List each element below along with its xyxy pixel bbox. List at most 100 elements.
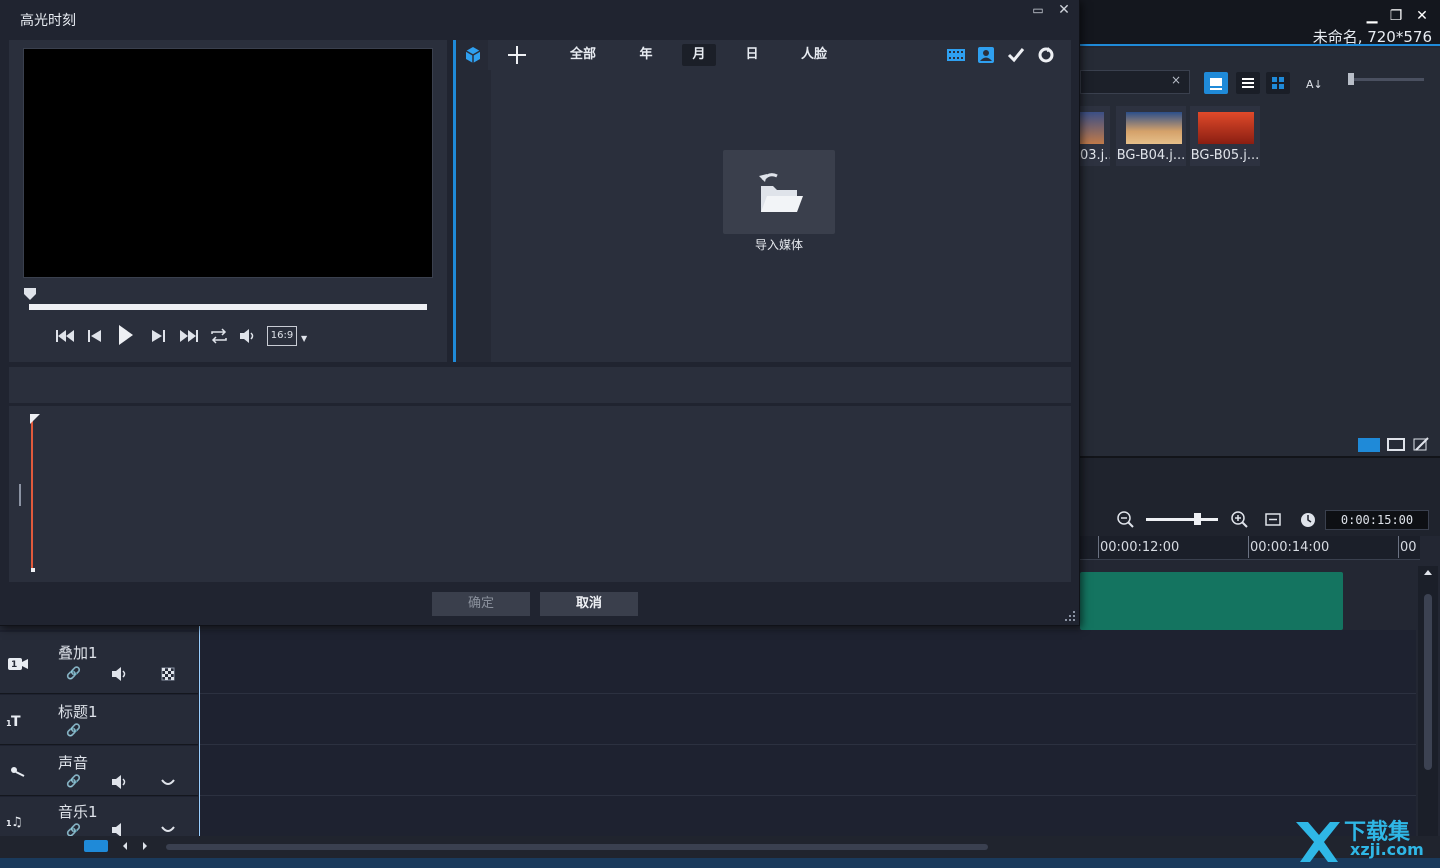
horizontal-scroll-thumb[interactable] bbox=[166, 844, 988, 850]
sort-icon[interactable]: A↓ bbox=[1302, 72, 1326, 94]
track-lane-title[interactable] bbox=[200, 695, 1416, 745]
track-header-title[interactable]: 1T 标题1 🔗 bbox=[0, 695, 198, 745]
preview-panel: 16:9 ▼ bbox=[9, 40, 447, 362]
thumbnail-image bbox=[1198, 112, 1254, 144]
vertical-scroll-thumb[interactable] bbox=[1424, 594, 1432, 770]
link-icon[interactable]: 🔗 bbox=[66, 723, 81, 737]
timeline-left-handle[interactable] bbox=[19, 484, 21, 506]
tab-all[interactable]: 全部 bbox=[562, 44, 604, 66]
face-icon[interactable] bbox=[976, 46, 996, 64]
zoom-out-icon[interactable] bbox=[1116, 510, 1136, 530]
speaker-icon[interactable] bbox=[110, 666, 130, 682]
ok-button[interactable]: 确定 bbox=[432, 592, 530, 616]
timeline-position-marker[interactable] bbox=[31, 414, 33, 572]
track-header-overlay[interactable]: 1 叠加1 🔗 bbox=[0, 632, 198, 694]
thumbnail-size-slider[interactable] bbox=[1348, 73, 1424, 85]
scroll-right-icon[interactable] bbox=[140, 840, 150, 852]
minimize-button[interactable]: ▁ bbox=[1362, 6, 1382, 26]
highlight-moment-dialog: 高光时刻 ▭ ✕ 16:9 ▼ 全部 年 月 日 人脸 导入媒体 确定 取消 bbox=[0, 0, 1080, 626]
thumbnail-view-button[interactable] bbox=[1204, 72, 1228, 94]
play-icon[interactable] bbox=[113, 323, 137, 347]
resize-grip-icon[interactable] bbox=[1064, 610, 1076, 622]
audio-wave-icon[interactable] bbox=[160, 823, 176, 837]
maximize-icon[interactable]: ▭ bbox=[1030, 2, 1046, 18]
marker-flag-icon[interactable] bbox=[30, 414, 40, 424]
list-view-button[interactable] bbox=[1236, 72, 1260, 94]
transparency-icon[interactable] bbox=[160, 666, 176, 682]
import-media-label: 导入媒体 bbox=[754, 238, 803, 252]
timeline-ruler[interactable]: 00:00:12:00 00:00:14:00 00 bbox=[1080, 536, 1420, 560]
timecode-display[interactable]: 0:00:15:00 bbox=[1325, 510, 1429, 530]
highlight-timeline[interactable] bbox=[9, 406, 1071, 582]
clock-icon[interactable] bbox=[1298, 510, 1318, 530]
scrubber-bar[interactable] bbox=[29, 304, 427, 310]
skip-to-end-icon[interactable] bbox=[177, 326, 201, 346]
speaker-icon[interactable] bbox=[110, 774, 130, 790]
track-lane-voice[interactable] bbox=[200, 746, 1416, 796]
speaker-icon[interactable] bbox=[110, 823, 130, 837]
library-bottom-toolbar bbox=[1358, 436, 1438, 454]
import-media-button[interactable] bbox=[723, 150, 835, 234]
refresh-icon[interactable] bbox=[1036, 46, 1056, 64]
fit-to-window-icon[interactable] bbox=[1264, 510, 1284, 530]
video-clip[interactable] bbox=[1080, 572, 1343, 630]
media-panel: 全部 年 月 日 人脸 导入媒体 bbox=[453, 40, 1071, 362]
tab-face[interactable]: 人脸 bbox=[792, 44, 836, 66]
svg-text:♫: ♫ bbox=[11, 815, 23, 830]
zoom-in-icon[interactable] bbox=[1230, 510, 1250, 530]
aspect-ratio-button[interactable]: 16:9 bbox=[267, 326, 297, 346]
track-header-voice[interactable]: 声音 🔗 bbox=[0, 746, 198, 796]
link-icon[interactable]: 🔗 bbox=[66, 774, 81, 788]
restore-button[interactable]: ❐ bbox=[1386, 6, 1406, 26]
preview-screen[interactable] bbox=[23, 48, 433, 278]
ruler-label: 00:00:14:00 bbox=[1250, 540, 1330, 555]
tab-year[interactable]: 年 bbox=[632, 44, 660, 66]
media-thumbnail[interactable]: BG-B04.j... bbox=[1116, 106, 1186, 166]
library-search-input[interactable]: × bbox=[1080, 70, 1190, 94]
media-thumbnail[interactable]: BG-B05.j... bbox=[1190, 106, 1260, 166]
chevron-down-icon[interactable]: ▼ bbox=[301, 334, 307, 343]
tab-day[interactable]: 日 bbox=[738, 44, 766, 66]
previous-frame-icon[interactable] bbox=[83, 326, 107, 346]
cancel-button[interactable]: 取消 bbox=[540, 592, 638, 616]
media-sidebar bbox=[453, 40, 491, 362]
track-lane-music[interactable] bbox=[200, 797, 1416, 837]
os-taskbar bbox=[0, 858, 1440, 868]
tab-month[interactable]: 月 bbox=[682, 44, 716, 66]
marker-end-dot bbox=[31, 568, 35, 572]
timeline-playhead[interactable] bbox=[199, 624, 200, 836]
clear-search-icon[interactable]: × bbox=[1171, 73, 1181, 87]
watermark-logo: 下载集 xzji.com bbox=[1292, 814, 1440, 866]
library-box-icon[interactable] bbox=[464, 46, 482, 64]
media-thumbnail[interactable]: 03.j... bbox=[1080, 106, 1110, 166]
thumbnail-label: BG-B05.j... bbox=[1190, 148, 1260, 163]
ruler-label: 00:00:12:00 bbox=[1100, 540, 1180, 555]
track-header-music[interactable]: 1 ♫ 音乐1 🔗 bbox=[0, 797, 198, 837]
checkmark-icon[interactable] bbox=[1006, 46, 1026, 64]
close-icon[interactable]: ✕ bbox=[1056, 2, 1072, 18]
volume-icon[interactable] bbox=[237, 326, 261, 346]
close-app-button[interactable]: ✕ bbox=[1412, 6, 1432, 26]
scrubber-handle[interactable] bbox=[24, 288, 36, 300]
thumbnail-image bbox=[1126, 112, 1182, 144]
svg-text:T: T bbox=[11, 714, 21, 730]
add-icon[interactable] bbox=[506, 44, 528, 66]
track-lane-overlay[interactable] bbox=[200, 632, 1416, 694]
music-note-icon: 1 ♫ bbox=[6, 811, 30, 831]
audio-wave-icon[interactable] bbox=[160, 774, 176, 790]
filmstrip-icon[interactable] bbox=[946, 46, 966, 64]
scroll-left-icon[interactable] bbox=[120, 840, 130, 852]
link-icon[interactable]: 🔗 bbox=[66, 823, 81, 837]
next-frame-icon[interactable] bbox=[147, 326, 171, 346]
timeline-tracks: 1 叠加1 🔗 1T 标题1 🔗 声音 🔗 1 ♫ 音乐1 🔗 bbox=[0, 630, 1416, 837]
timeline-zoom-knob[interactable] bbox=[1194, 513, 1201, 525]
track-manager-icon[interactable] bbox=[84, 840, 108, 852]
link-icon[interactable]: 🔗 bbox=[66, 666, 81, 680]
media-sidebar-list bbox=[456, 70, 491, 362]
grid-view-button[interactable] bbox=[1266, 72, 1290, 94]
timeline-zoom-slider[interactable] bbox=[1146, 518, 1218, 521]
repeat-icon[interactable] bbox=[207, 326, 231, 346]
title-text-icon: 1T bbox=[6, 711, 30, 731]
skip-to-start-icon[interactable] bbox=[53, 326, 77, 346]
slider-knob[interactable] bbox=[1348, 73, 1354, 85]
